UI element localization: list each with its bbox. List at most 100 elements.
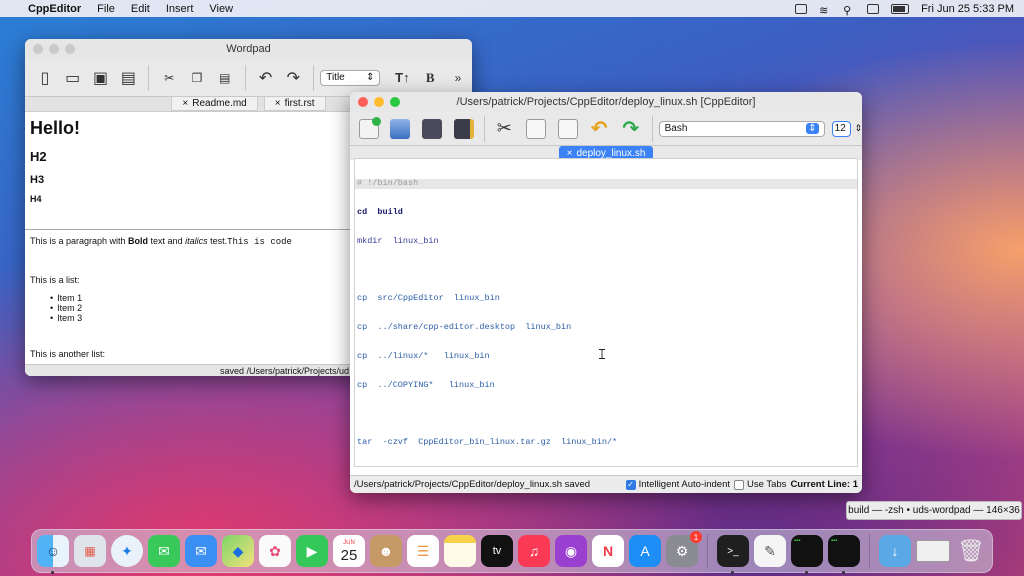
cppeditor-titlebar[interactable]: /Users/patrick/Projects/CppEditor/deploy… bbox=[350, 92, 862, 112]
paste-icon[interactable] bbox=[553, 114, 583, 144]
rendered-content: This is a paragraph with Bold text and i… bbox=[30, 236, 292, 358]
undo-icon[interactable]: ↶ bbox=[584, 114, 614, 144]
open-folder-icon[interactable]: ▭ bbox=[59, 63, 87, 93]
terminal-window-icon[interactable]: ▪▪▪ bbox=[828, 535, 860, 574]
wordpad-title: Wordpad bbox=[226, 43, 271, 55]
use-tabs-label[interactable]: Use Tabs bbox=[747, 479, 786, 490]
menu-edit[interactable]: Edit bbox=[131, 3, 150, 15]
close-button[interactable] bbox=[33, 44, 43, 54]
finder-icon[interactable]: ☺ bbox=[37, 535, 69, 574]
minimize-button[interactable] bbox=[374, 97, 384, 107]
current-line: Current Line: 1 bbox=[790, 479, 858, 490]
menu-app-name[interactable]: CppEditor bbox=[28, 3, 81, 15]
reminders-icon[interactable]: ☰ bbox=[407, 535, 439, 567]
control-center-icon[interactable] bbox=[867, 3, 880, 14]
code-area[interactable]: # !/bin/bash cd build mkdir linux_bin cp… bbox=[355, 160, 857, 467]
code-editor[interactable]: # !/bin/bash cd build mkdir linux_bin cp… bbox=[354, 158, 858, 467]
chevron-updown-icon: ⇕ bbox=[366, 72, 375, 83]
photos-icon[interactable]: ✿ bbox=[259, 535, 291, 567]
save-as-icon[interactable]: ▤ bbox=[114, 63, 142, 93]
calendar-icon[interactable]: JUN 25 bbox=[333, 535, 365, 567]
news-icon[interactable]: N bbox=[592, 535, 624, 567]
wordpad-titlebar[interactable]: Wordpad bbox=[25, 39, 472, 59]
list-intro: This is a list: bbox=[30, 275, 80, 285]
code-line: cd build bbox=[357, 206, 403, 217]
text-size-icon[interactable]: T↑ bbox=[388, 63, 416, 93]
close-tab-icon[interactable]: × bbox=[567, 148, 573, 159]
open-file-icon[interactable] bbox=[386, 114, 416, 144]
font-size-stepper-icon[interactable]: ⇕ bbox=[854, 123, 862, 134]
cut-icon[interactable]: ✂ bbox=[155, 63, 183, 93]
redo-icon[interactable]: ↷ bbox=[616, 114, 646, 144]
code-line: mkdir linux_bin bbox=[357, 235, 439, 246]
new-file-icon[interactable]: ▯ bbox=[31, 63, 59, 93]
tab-first-rst[interactable]: × first.rst bbox=[263, 97, 326, 111]
minimize-button[interactable] bbox=[49, 44, 59, 54]
zoom-button[interactable] bbox=[390, 97, 400, 107]
dock: ☺ ▦ ✦ ✉ ✉ ◆ ✿ ▶ JUN 25 ☻ ☰ tv ♫ ◉ N A ⚙ … bbox=[31, 529, 993, 574]
auto-indent-checkbox[interactable]: ✓ bbox=[625, 479, 636, 490]
list-item: Item 3 bbox=[50, 313, 292, 323]
system-preferences-icon[interactable]: ⚙ 1 bbox=[666, 531, 702, 567]
messages-icon[interactable]: ✉ bbox=[148, 535, 180, 567]
facetime-icon[interactable]: ▶ bbox=[296, 535, 328, 567]
save-icon[interactable] bbox=[417, 114, 447, 144]
terminal-icon[interactable]: >_ bbox=[717, 535, 749, 574]
zoom-button[interactable] bbox=[65, 44, 75, 54]
spotlight-icon[interactable]: ⚲ bbox=[843, 4, 855, 17]
redo-icon[interactable]: ↷ bbox=[279, 63, 307, 93]
music-icon[interactable]: ♫ bbox=[518, 535, 550, 567]
menu-insert[interactable]: Insert bbox=[166, 3, 194, 15]
copy-icon[interactable] bbox=[521, 114, 551, 144]
close-tab-icon[interactable]: × bbox=[275, 98, 281, 109]
app-store-icon[interactable]: A bbox=[629, 535, 661, 567]
downloads-folder-icon[interactable]: ↓ bbox=[879, 535, 911, 567]
safari-icon[interactable]: ✦ bbox=[111, 535, 143, 567]
style-select[interactable]: Title ⇕ bbox=[320, 69, 381, 86]
contacts-icon[interactable]: ☻ bbox=[370, 535, 402, 567]
font-size-input[interactable]: 12 bbox=[831, 120, 852, 137]
maps-icon[interactable]: ◆ bbox=[222, 535, 254, 567]
cut-icon[interactable]: ✂ bbox=[489, 114, 519, 144]
save-icon[interactable]: ▣ bbox=[87, 63, 115, 93]
tab-readme[interactable]: × Readme.md bbox=[171, 97, 258, 111]
overflow-chevron-icon[interactable]: » bbox=[444, 63, 472, 93]
menu-file[interactable]: File bbox=[97, 3, 115, 15]
close-tab-icon[interactable]: × bbox=[182, 98, 188, 109]
minimized-window-icon[interactable] bbox=[916, 540, 950, 562]
textedit-icon[interactable]: ✎ bbox=[754, 535, 786, 567]
mail-icon[interactable]: ✉ bbox=[185, 535, 217, 567]
menubar-clock[interactable]: Fri Jun 25 5:33 PM bbox=[921, 3, 1014, 15]
new-file-icon[interactable] bbox=[354, 114, 384, 144]
notes-icon[interactable] bbox=[444, 535, 476, 567]
dock-separator bbox=[707, 534, 708, 568]
terminal-window-icon[interactable]: ▪▪▪ bbox=[791, 535, 823, 574]
status-path: /Users/patrick/Projects/CppEditor/deploy… bbox=[354, 479, 591, 490]
launchpad-icon[interactable]: ▦ bbox=[74, 535, 106, 567]
code-line: cp ../COPYING* linux_bin bbox=[357, 379, 495, 390]
copy-icon[interactable]: ❐ bbox=[183, 63, 211, 93]
save-as-icon[interactable] bbox=[449, 114, 479, 144]
code-line: cp src/CppEditor linux_bin bbox=[357, 293, 500, 304]
list-item: Item 2 bbox=[50, 303, 292, 313]
text-cursor-icon bbox=[599, 349, 605, 359]
language-select[interactable]: Bash ⇕ bbox=[658, 120, 825, 137]
code-line: cp ../share/cpp-editor.desktop linux_bin bbox=[357, 322, 572, 333]
auto-indent-label[interactable]: Intelligent Auto-indent bbox=[639, 479, 730, 490]
paste-icon[interactable]: ▤ bbox=[211, 63, 239, 93]
undo-icon[interactable]: ↶ bbox=[252, 63, 280, 93]
display-icon[interactable] bbox=[795, 3, 808, 14]
menu-view[interactable]: View bbox=[209, 3, 233, 15]
use-tabs-checkbox[interactable] bbox=[734, 479, 744, 490]
bullet-list: Item 1 Item 2 Item 3 bbox=[50, 293, 292, 323]
trash-icon[interactable]: 🗑 bbox=[955, 535, 987, 567]
podcasts-icon[interactable]: ◉ bbox=[555, 535, 587, 567]
battery-icon[interactable] bbox=[891, 3, 910, 14]
bold-icon[interactable]: B bbox=[416, 63, 444, 93]
code-line: cp ../linux/* linux_bin bbox=[357, 350, 490, 361]
wifi-icon[interactable]: ≋ bbox=[819, 4, 831, 17]
apple-tv-icon[interactable]: tv bbox=[481, 535, 513, 567]
close-button[interactable] bbox=[358, 97, 368, 107]
notification-badge: 1 bbox=[690, 531, 702, 543]
